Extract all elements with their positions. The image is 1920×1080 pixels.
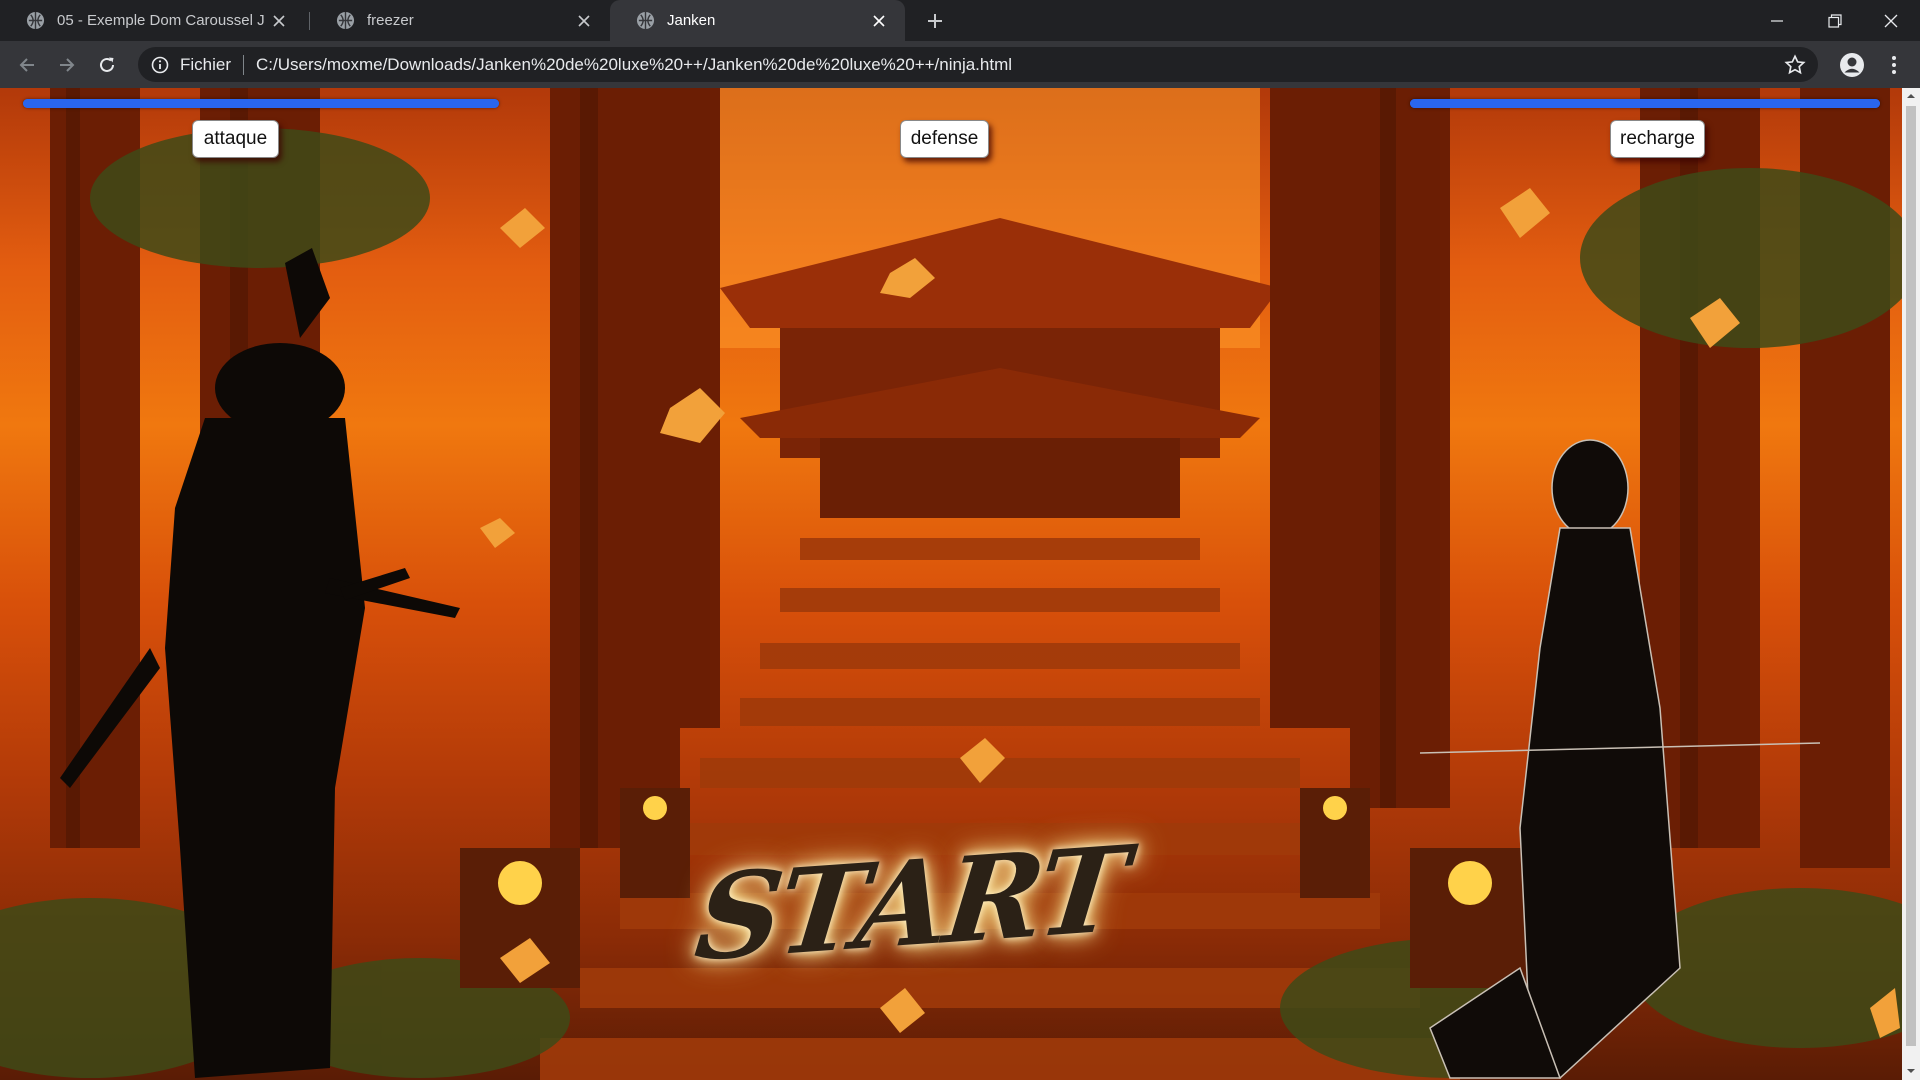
player2-health-bar bbox=[1410, 99, 1880, 108]
start-button[interactable]: START bbox=[690, 788, 1131, 1018]
back-button[interactable] bbox=[10, 48, 44, 82]
globe-icon bbox=[636, 11, 655, 30]
defense-button[interactable]: defense bbox=[900, 120, 989, 158]
attaque-button[interactable]: attaque bbox=[192, 120, 279, 158]
player2-health-fill bbox=[1410, 99, 1880, 108]
close-icon bbox=[1884, 14, 1898, 27]
profile-avatar-icon[interactable] bbox=[1838, 51, 1866, 79]
globe-icon bbox=[26, 11, 45, 30]
tab-title: 05 - Exemple Dom Caroussel Jqu bbox=[57, 12, 265, 29]
info-icon[interactable] bbox=[150, 55, 170, 75]
close-tab-icon[interactable] bbox=[570, 7, 598, 35]
tab-0[interactable]: 05 - Exemple Dom Caroussel Jqu bbox=[0, 0, 305, 41]
close-window-button[interactable] bbox=[1862, 0, 1920, 41]
restore-icon bbox=[1828, 13, 1842, 28]
reload-icon bbox=[100, 57, 114, 72]
player1-health-bar bbox=[23, 99, 499, 108]
reload-button[interactable] bbox=[90, 48, 124, 82]
star-icon[interactable] bbox=[1784, 54, 1806, 76]
address-bar[interactable]: Fichier C:/Users/moxme/Downloads/Janken%… bbox=[138, 47, 1818, 82]
site-scheme-label: Fichier bbox=[180, 54, 232, 74]
url-text[interactable]: C:/Users/moxme/Downloads/Janken%20de%20l… bbox=[256, 55, 1012, 75]
player1-health-fill bbox=[23, 99, 499, 108]
browser-toolbar: Fichier C:/Users/moxme/Downloads/Janken%… bbox=[0, 41, 1920, 88]
omnibox-divider bbox=[243, 54, 245, 75]
vertical-scrollbar[interactable] bbox=[1902, 88, 1920, 1080]
close-tab-icon[interactable] bbox=[865, 7, 893, 35]
new-tab-button[interactable] bbox=[920, 6, 950, 36]
forward-button[interactable] bbox=[50, 48, 84, 82]
plus-icon bbox=[928, 14, 942, 28]
minimize-icon bbox=[1771, 19, 1783, 22]
restore-button[interactable] bbox=[1806, 0, 1864, 41]
minimize-button[interactable] bbox=[1748, 0, 1806, 41]
page-viewport: attaque defense recharge START bbox=[0, 88, 1920, 1080]
tab-2[interactable]: Janken bbox=[610, 0, 905, 41]
scrollbar-thumb[interactable] bbox=[1906, 106, 1916, 1046]
kebab-menu-icon bbox=[1892, 56, 1896, 74]
start-logo-text: START bbox=[689, 818, 1131, 988]
arrow-right-icon bbox=[60, 58, 75, 72]
scroll-up-icon[interactable] bbox=[1906, 91, 1916, 101]
menu-button[interactable] bbox=[1880, 51, 1908, 79]
scroll-down-icon[interactable] bbox=[1906, 1066, 1916, 1076]
tab-1[interactable]: freezer bbox=[310, 0, 610, 41]
game-scene: attaque defense recharge START bbox=[0, 88, 1902, 1080]
tab-title: Janken bbox=[667, 12, 716, 29]
recharge-button[interactable]: recharge bbox=[1610, 120, 1705, 158]
tab-title: freezer bbox=[367, 12, 414, 29]
browser-tab-strip: 05 - Exemple Dom Caroussel Jqu freezer J… bbox=[0, 0, 1920, 41]
arrow-left-icon bbox=[19, 58, 34, 72]
close-tab-icon[interactable] bbox=[265, 7, 293, 35]
globe-icon bbox=[336, 11, 355, 30]
